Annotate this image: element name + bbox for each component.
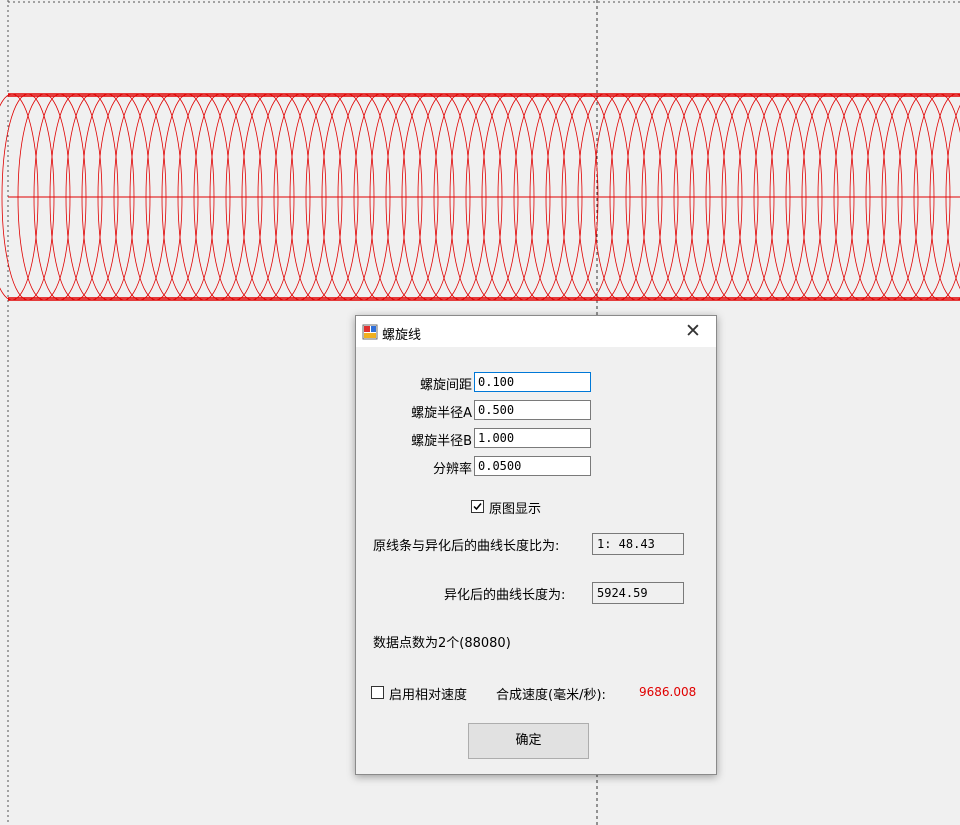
spiral-pitch-label: 螺旋间距 xyxy=(419,378,472,393)
relative-speed-label[interactable]: 启用相对速度 xyxy=(389,684,467,703)
curve-length-value: 5924.59 xyxy=(592,582,684,604)
resolution-label: 分辨率 xyxy=(432,462,472,477)
ok-button[interactable]: 确定 xyxy=(468,723,589,759)
combined-speed-value: 9686.008 xyxy=(639,685,697,699)
original-display-label[interactable]: 原图显示 xyxy=(489,498,541,517)
checkmark-icon xyxy=(473,503,482,511)
spiral-dialog: 螺旋线 ✕ 螺旋间距 0.100 螺旋半径A 0.500 螺旋半径B 1.000… xyxy=(355,315,717,775)
resolution-input[interactable]: 0.0500 xyxy=(474,456,591,476)
window-app-icon xyxy=(362,324,378,340)
spiral-radius-a-input[interactable]: 0.500 xyxy=(474,400,591,420)
combined-speed-label: 合成速度(毫米/秒): xyxy=(496,688,606,703)
length-ratio-value: 1: 48.43 xyxy=(592,533,684,555)
relative-speed-checkbox[interactable] xyxy=(371,686,384,699)
dialog-title: 螺旋线 xyxy=(382,328,422,343)
spiral-radius-b-input[interactable]: 1.000 xyxy=(474,428,591,448)
data-points-label: 数据点数为2个(88080) xyxy=(373,636,511,651)
original-display-checkbox[interactable] xyxy=(471,500,484,513)
dialog-titlebar[interactable]: 螺旋线 ✕ xyxy=(356,316,716,347)
spiral-radius-a-label: 螺旋半径A xyxy=(411,406,472,421)
curve-length-label: 异化后的曲线长度为: xyxy=(444,588,566,603)
spiral-radius-b-label: 螺旋半径B xyxy=(411,434,472,449)
length-ratio-label: 原线条与异化后的曲线长度比为: xyxy=(373,539,560,554)
spiral-pitch-input[interactable]: 0.100 xyxy=(474,372,591,392)
close-icon[interactable]: ✕ xyxy=(670,316,716,347)
